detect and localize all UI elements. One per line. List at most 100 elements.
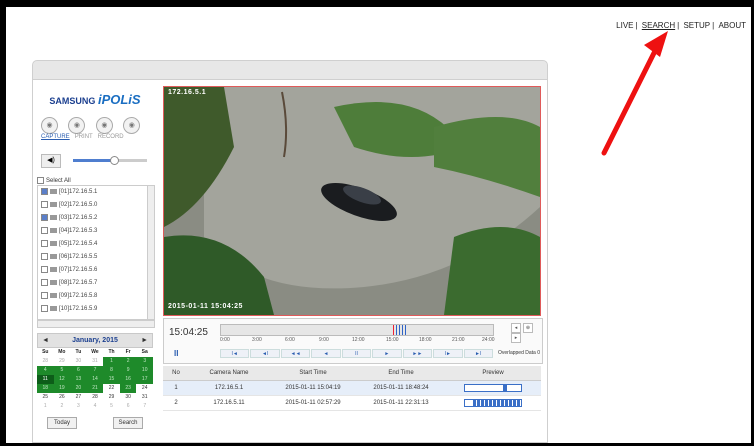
table-row[interactable]: 1 172.16.5.1 2015-01-11 15:04:19 2015-01… <box>163 380 541 396</box>
calendar-day[interactable]: 4 <box>37 366 54 375</box>
calendar-day[interactable]: 5 <box>53 366 71 375</box>
horizontal-scrollbar[interactable] <box>37 320 155 328</box>
camera-checkbox[interactable] <box>41 265 48 273</box>
camera-checkbox[interactable] <box>41 304 48 312</box>
calendar-day[interactable]: 9 <box>119 366 137 375</box>
playback-button[interactable]: ► <box>372 349 402 358</box>
select-all-checkbox[interactable] <box>37 177 44 184</box>
print-label[interactable]: PRINT <box>75 134 93 140</box>
playback-button[interactable]: ►I <box>463 349 493 358</box>
pause-button[interactable]: II <box>174 349 178 358</box>
calendar-day[interactable]: 6 <box>70 366 87 375</box>
speaker-icon[interactable]: ◀) <box>41 154 61 168</box>
camera-checkbox[interactable] <box>41 213 48 221</box>
playback-button[interactable]: ◄◄ <box>280 349 311 358</box>
camera-list-item[interactable]: [06]172.16.5.5 <box>38 251 154 264</box>
search-button[interactable]: Search <box>113 417 143 429</box>
camera-checkbox[interactable] <box>41 252 48 260</box>
camera-list-item[interactable]: [02]172.16.5.0 <box>38 199 154 212</box>
calendar-day[interactable]: 7 <box>86 366 104 375</box>
playback-button[interactable]: ◄I <box>250 349 280 358</box>
calendar-day[interactable]: 13 <box>70 375 87 384</box>
calendar-day[interactable]: 19 <box>53 384 71 393</box>
calendar-day[interactable]: 30 <box>70 357 87 366</box>
zoom-icon[interactable]: ⊕ <box>523 323 533 333</box>
calendar-day[interactable]: 21 <box>86 384 104 393</box>
calendar-day[interactable]: 28 <box>87 393 104 402</box>
table-row[interactable]: 2 172.16.5.11 2015-01-11 02:57:29 2015-0… <box>163 395 541 411</box>
camera-list-item[interactable]: [03]172.16.5.2 <box>38 212 154 225</box>
capture-label[interactable]: CAPTURE <box>41 134 70 140</box>
calendar-day[interactable]: 30 <box>120 393 137 402</box>
calendar-day[interactable]: 11 <box>37 375 54 384</box>
record-label[interactable]: RECORD <box>98 134 124 140</box>
calendar-day[interactable]: 16 <box>119 375 137 384</box>
volume-knob[interactable] <box>109 156 119 165</box>
calendar-day[interactable]: 20 <box>70 384 87 393</box>
timeline-bar[interactable] <box>220 324 494 336</box>
nav-about[interactable]: ABOUT <box>718 21 746 30</box>
camera-checkbox[interactable] <box>41 226 48 234</box>
calendar-day[interactable]: 23 <box>119 384 137 393</box>
camera-icon[interactable]: ◉ <box>68 117 86 134</box>
overlapped-select[interactable]: 0 <box>537 350 540 356</box>
today-button[interactable]: Today <box>47 417 77 429</box>
calendar-day[interactable]: 6 <box>120 402 137 411</box>
calendar-day[interactable]: 4 <box>87 402 104 411</box>
calendar-day[interactable]: 15 <box>103 375 120 384</box>
camera-list-item[interactable]: [01]172.16.5.1 <box>38 186 154 199</box>
calendar-day[interactable]: 27 <box>70 393 87 402</box>
camera-list-item[interactable]: [09]172.16.5.8 <box>38 290 154 303</box>
calendar-day[interactable]: 2 <box>54 402 71 411</box>
calendar-day[interactable]: 10 <box>136 366 153 375</box>
playback-button[interactable]: I► <box>433 349 463 358</box>
playback-button[interactable]: II <box>341 349 372 358</box>
camera-list-item[interactable]: [04]172.16.5.3 <box>38 225 154 238</box>
camera-list-item[interactable]: [05]172.16.5.4 <box>38 238 154 251</box>
calendar-day[interactable]: 3 <box>136 357 153 366</box>
capture-icon[interactable]: ◉ <box>41 117 58 134</box>
playback-button[interactable]: ◄ <box>311 349 341 358</box>
calendar-day[interactable]: 8 <box>103 366 120 375</box>
row-preview[interactable] <box>445 395 541 411</box>
playback-button[interactable]: I◄ <box>220 349 250 358</box>
calendar-day[interactable]: 12 <box>53 375 71 384</box>
calendar-day[interactable]: 7 <box>136 402 153 411</box>
camera-checkbox[interactable] <box>41 200 48 208</box>
camera-checkbox[interactable] <box>41 239 48 247</box>
calendar-day[interactable]: 26 <box>54 393 71 402</box>
volume-slider[interactable] <box>73 156 147 165</box>
row-preview[interactable] <box>445 380 541 396</box>
playback-button[interactable]: ►► <box>402 349 433 358</box>
calendar-day[interactable]: 3 <box>70 402 87 411</box>
camera-list-item[interactable]: [10]172.16.5.9 <box>38 303 154 316</box>
calendar-day[interactable]: 1 <box>37 402 54 411</box>
camera-list-scrollbar[interactable] <box>147 186 154 319</box>
next-month-button[interactable]: ► <box>141 334 148 347</box>
record-icon[interactable]: ◉ <box>123 117 141 134</box>
zoom-in-icon[interactable]: ▸ <box>511 333 521 343</box>
camera-list-item[interactable]: [07]172.16.5.6 <box>38 264 154 277</box>
preview-bar[interactable] <box>464 384 522 392</box>
select-all[interactable]: Select All <box>37 177 71 184</box>
zoom-out-icon[interactable]: ◂ <box>511 323 521 333</box>
calendar-day[interactable]: 31 <box>136 393 153 402</box>
calendar-day[interactable]: 29 <box>103 393 120 402</box>
calendar-day[interactable]: 18 <box>37 384 54 393</box>
camera-list-item[interactable]: [08]172.16.5.7 <box>38 277 154 290</box>
preview-bar[interactable] <box>464 399 522 407</box>
prev-month-button[interactable]: ◄ <box>42 334 49 347</box>
calendar-day[interactable]: 29 <box>54 357 71 366</box>
calendar-day[interactable]: 28 <box>37 357 54 366</box>
nav-live[interactable]: LIVE <box>616 21 633 30</box>
calendar-day[interactable]: 24 <box>136 384 153 393</box>
video-player[interactable]: 172.16.5.1 2015-01-11 15:04:25 <box>163 86 541 316</box>
nav-setup[interactable]: SETUP <box>683 21 710 30</box>
calendar-day[interactable]: 31 <box>87 357 104 366</box>
nav-search[interactable]: SEARCH <box>642 21 675 30</box>
calendar-day[interactable]: 1 <box>103 357 120 366</box>
calendar-day[interactable]: 25 <box>37 393 54 402</box>
calendar-day[interactable]: 14 <box>86 375 104 384</box>
calendar-day[interactable]: 22 <box>103 384 120 393</box>
calendar-day[interactable]: 2 <box>119 357 137 366</box>
